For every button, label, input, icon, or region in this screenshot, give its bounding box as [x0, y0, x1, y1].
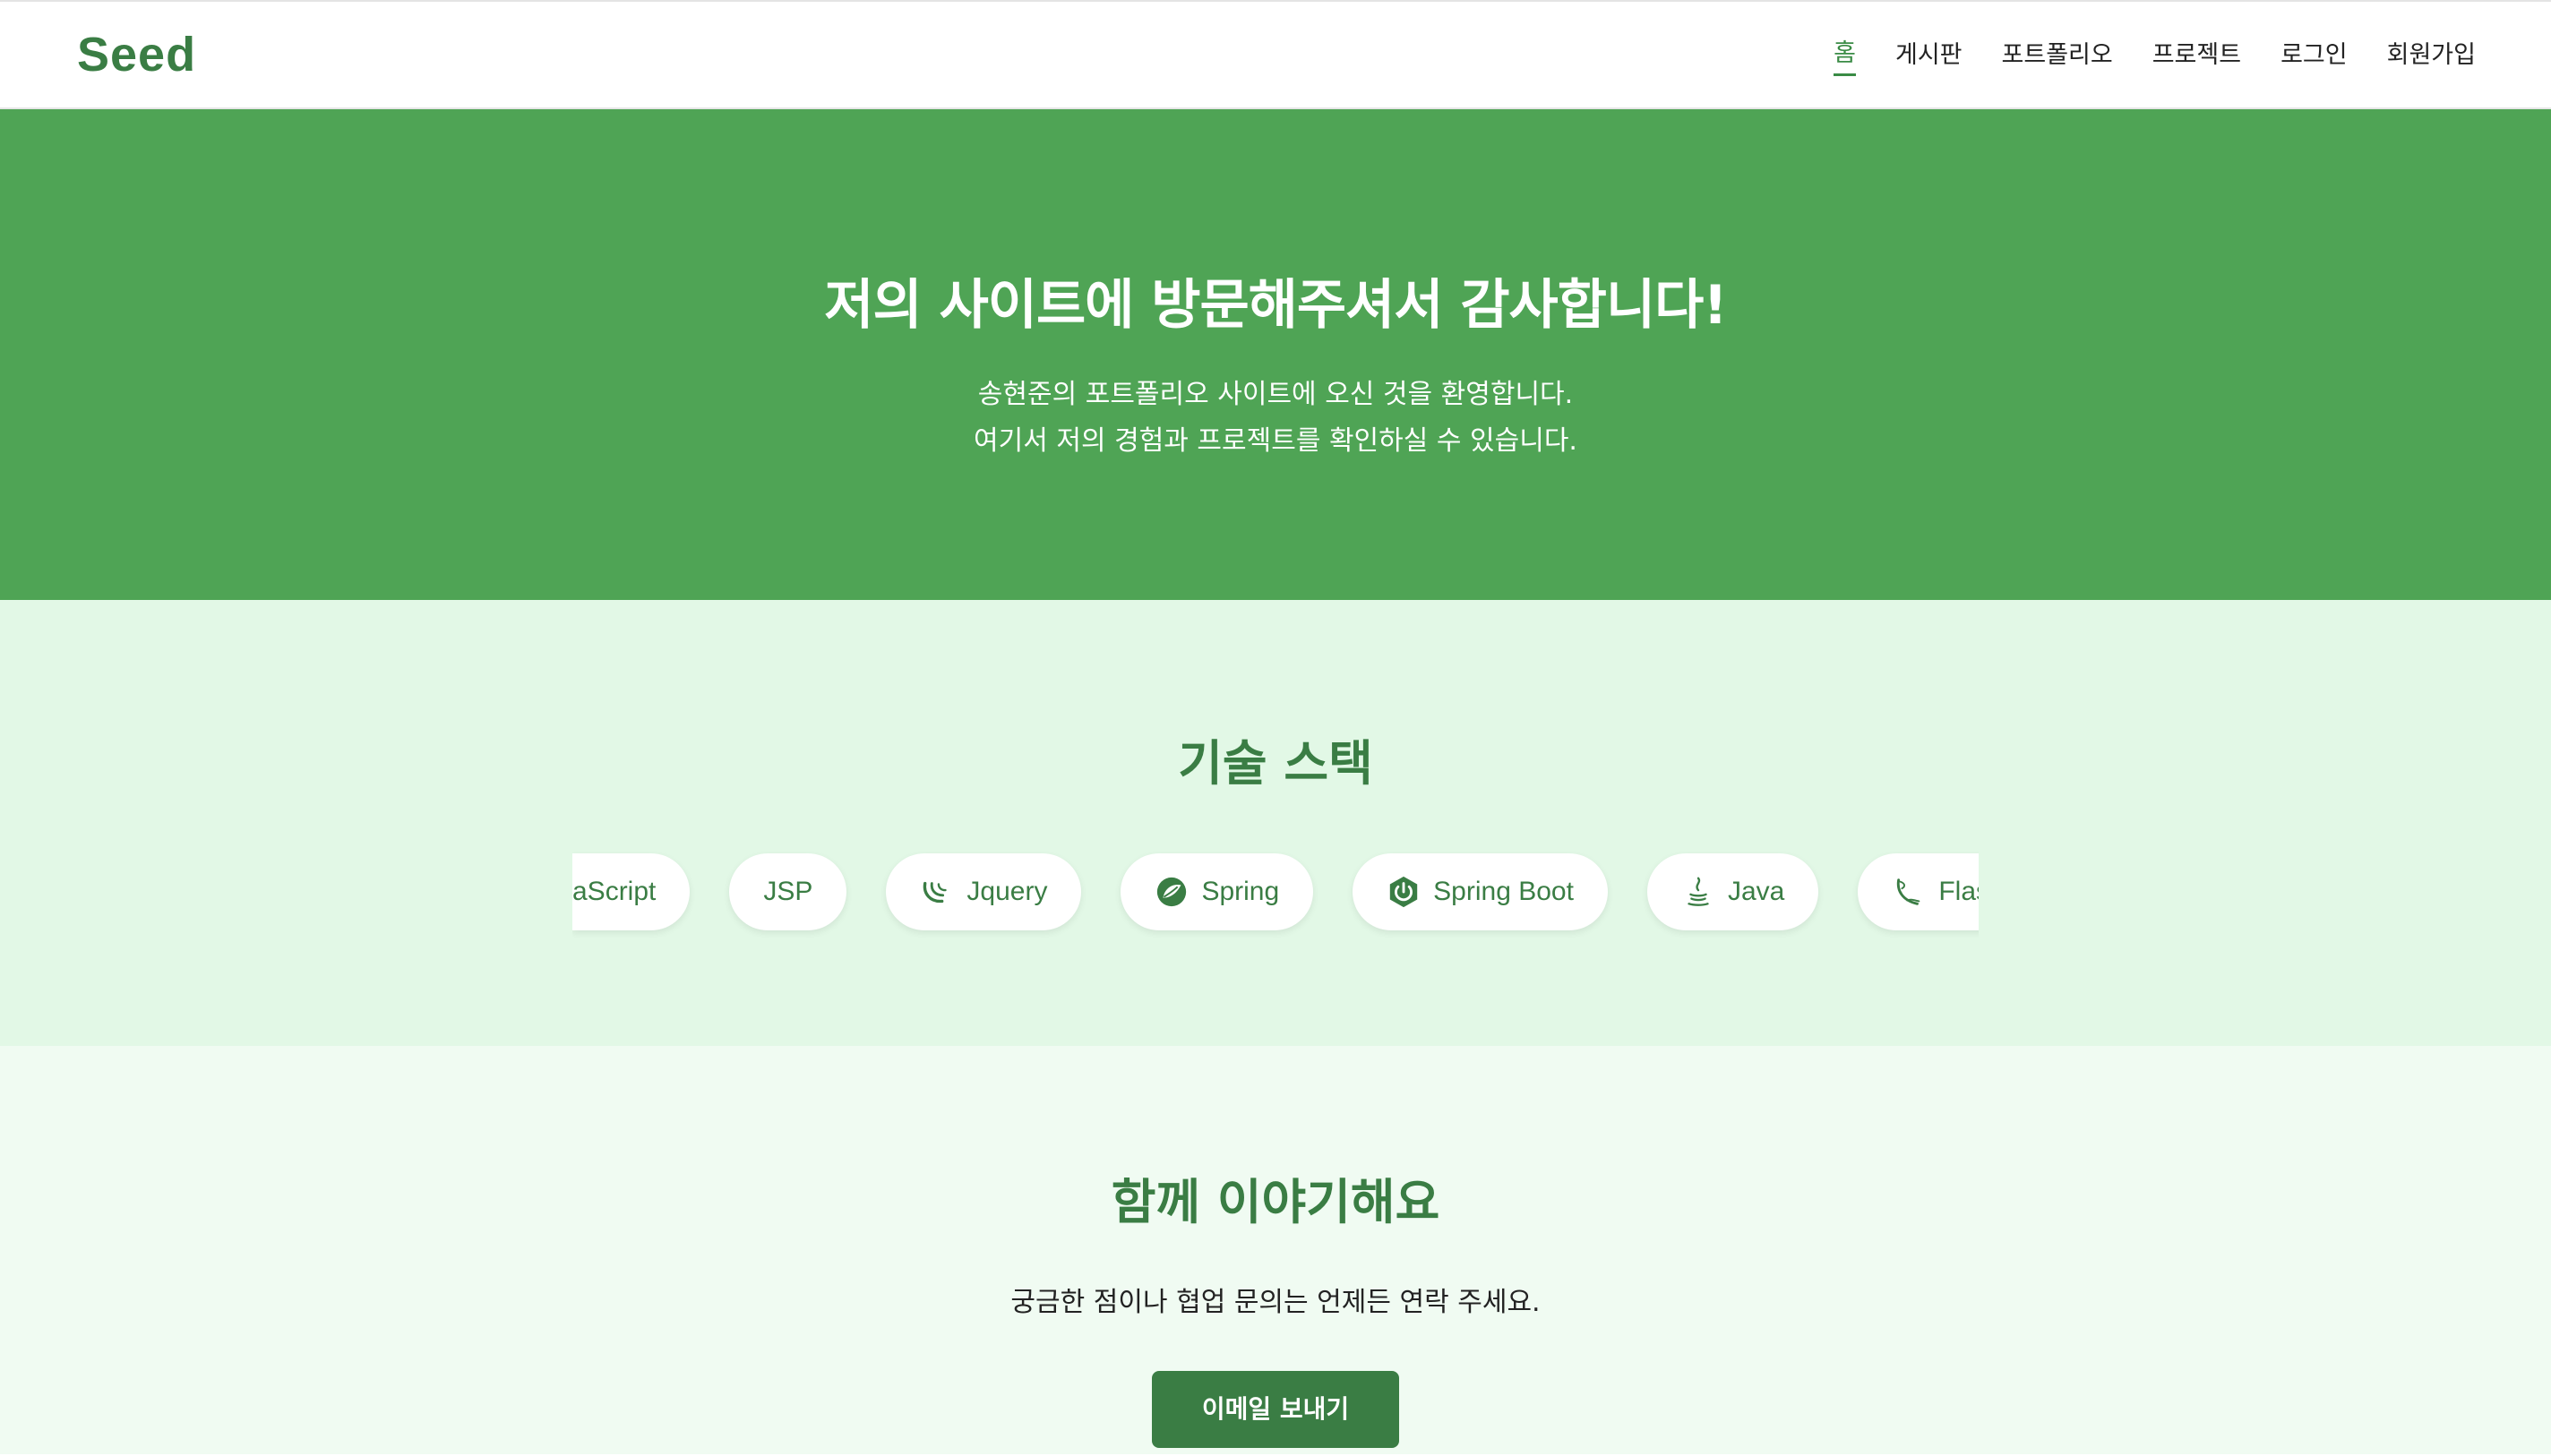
nav-board[interactable]: 게시판: [1895, 35, 1963, 75]
contact-section: 함께 이야기해요 궁금한 점이나 협업 문의는 언제든 연락 주세요. 이메일 …: [0, 1046, 2551, 1454]
skill-label: Jquery: [966, 877, 1048, 906]
main-nav: 홈 게시판 포트폴리오 프로젝트 로그인 회원가입: [1794, 33, 2476, 76]
nav-login[interactable]: 로그인: [2280, 35, 2348, 75]
skill-pill-jsp[interactable]: JSP: [729, 853, 847, 930]
contact-text: 궁금한 점이나 협업 문의는 언제든 연락 주세요.: [1010, 1287, 1541, 1318]
skill-label: Java: [1727, 877, 1785, 906]
skills-section: 기술 스택 aScript JSP Jquery Spring Spring B…: [0, 600, 2551, 1046]
hero-subtitle-2: 여기서 저의 경험과 프로젝트를 확인하실 수 있습니다.: [974, 425, 1577, 457]
skill-pill-jquery[interactable]: Jquery: [886, 853, 1082, 930]
nav-home[interactable]: 홈: [1834, 33, 1856, 76]
contact-title: 함께 이야기해요: [1111, 1174, 1440, 1230]
hero-title: 저의 사이트에 방문해주셔서 감사합니다!: [824, 274, 1727, 337]
skill-pill-flask[interactable]: Flask: [1858, 853, 1979, 930]
flask-icon: [1897, 878, 1920, 905]
skill-pill-java[interactable]: Java: [1646, 853, 1819, 930]
nav-portfolio[interactable]: 포트폴리오: [2002, 35, 2113, 75]
skill-pill-spring-boot[interactable]: Spring Boot: [1353, 853, 1608, 930]
skill-label: Spring Boot: [1433, 877, 1574, 906]
skill-label: JSP: [763, 877, 813, 906]
nav-signup[interactable]: 회원가입: [2387, 35, 2476, 75]
spring-boot-icon: [1389, 876, 1418, 908]
skill-label: Spring: [1201, 877, 1280, 906]
skill-pill-spring[interactable]: Spring: [1121, 853, 1314, 930]
spring-icon: [1157, 877, 1187, 907]
skill-pill-javascript[interactable]: aScript: [572, 853, 691, 930]
site-header: Seed 홈 게시판 포트폴리오 프로젝트 로그인 회원가입: [0, 2, 2551, 109]
site-logo[interactable]: Seed: [77, 27, 196, 82]
skills-carousel: aScript JSP Jquery Spring Spring Boot Ja…: [572, 850, 1979, 939]
skill-label: Flask: [1938, 877, 1979, 906]
skill-label: aScript: [572, 877, 657, 906]
jquery-icon: [923, 881, 948, 904]
nav-projects[interactable]: 프로젝트: [2152, 35, 2241, 75]
hero-section: 저의 사이트에 방문해주셔서 감사합니다! 송현준의 포트폴리오 사이트에 오신…: [0, 109, 2551, 600]
send-email-button[interactable]: 이메일 보내기: [1151, 1371, 1400, 1448]
skills-title: 기술 스택: [1178, 735, 1373, 792]
java-icon: [1688, 877, 1709, 906]
hero-subtitle-1: 송현준의 포트폴리오 사이트에 오신 것을 환영합니다.: [977, 379, 1574, 410]
